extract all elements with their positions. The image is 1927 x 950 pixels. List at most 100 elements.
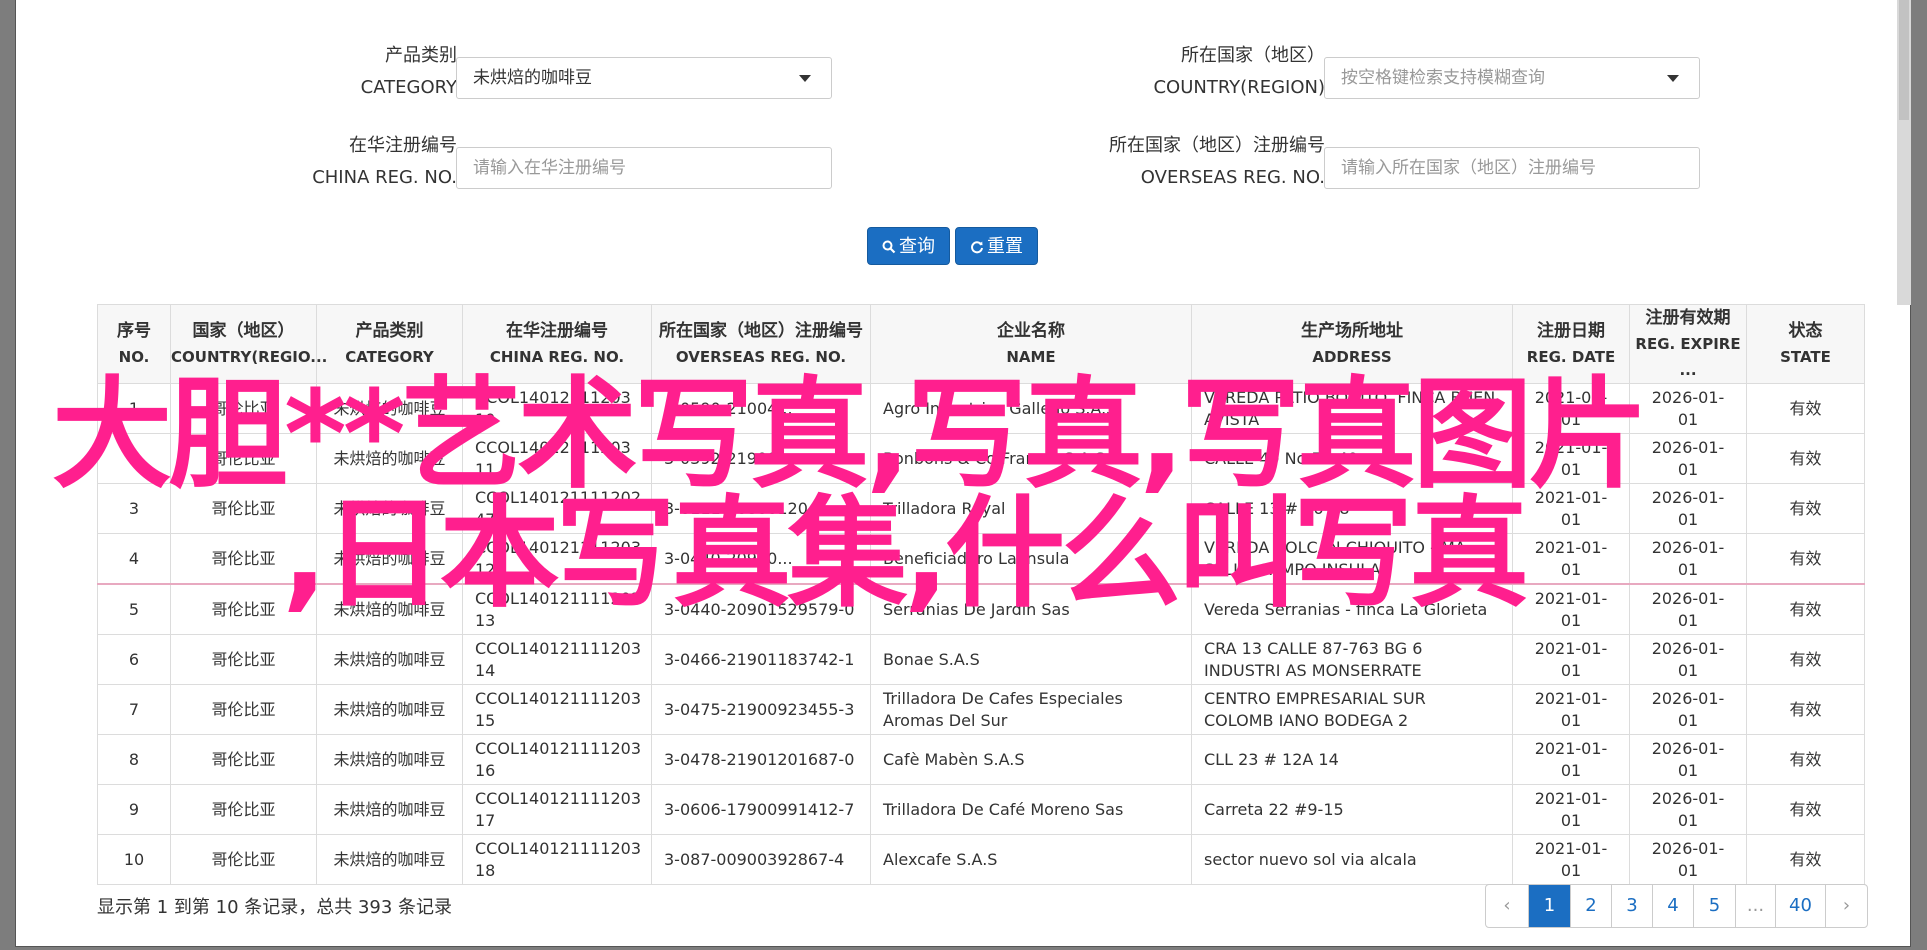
table-cell: 未烘焙的咖啡豆 [316,634,463,685]
table-cell: CENTRO EMPRESARIAL SUR COLOMB IANO BODEG… [1191,684,1513,735]
prev-page-button[interactable]: ‹ [1486,885,1528,927]
table-cell: 未烘焙的咖啡豆 [316,834,463,885]
table-cell: 未烘焙的咖啡豆 [316,784,463,835]
table-cell: 6 [97,634,171,685]
chevron-down-icon [1667,75,1679,82]
table-cell: Trilladora De Cafes Especiales Aromas De… [870,684,1192,735]
column-header-cn: 注册日期 [1537,321,1605,341]
table-cell: 2026-01-01 [1629,383,1747,434]
page-button[interactable]: 5 [1693,885,1735,927]
table-cell: 2026-01-01 [1629,834,1747,885]
table-cell: 10 [97,834,171,885]
table-cell: Carreta 22 #9-15 [1191,784,1513,835]
column-header-cn: 产品类别 [355,321,424,341]
table-cell: 3-0606-17900991412-7 [651,784,871,835]
table-cell: 2026-01-01 [1629,734,1747,785]
table-cell: 2021-01-01 [1512,583,1630,635]
column-header-cn: 状态 [1788,321,1823,341]
table-cell: Alexcafe S.A.S [870,834,1192,885]
table-cell: 3-087-00900392867-4 [651,834,871,885]
table-cell: 2026-01-01 [1629,634,1747,685]
table-row: 6 哥伦比亚 未烘焙的咖啡豆 CCOL140121111203 14 3-0466-21… [97,634,1865,685]
table-cell: 有效 [1746,533,1865,585]
table-cell: 有效 [1746,433,1865,484]
table-row: 10 哥伦比亚 未烘焙的咖啡豆 CCOL140121111203 18 3-087-00… [97,834,1865,885]
table-cell: 2026-01-01 [1629,533,1747,585]
page-button[interactable]: 4 [1652,885,1693,927]
reset-button[interactable]: 重置 [955,227,1038,265]
china-reg-input[interactable]: 请输入在华注册编号 [456,147,832,189]
column-header-cn: 所在国家（地区）注册编号 [659,321,863,341]
table-cell: 5 [97,583,171,635]
page-button[interactable]: 2 [1570,885,1611,927]
table-cell: 2021-01-01 [1512,533,1630,585]
table-cell: Bonae S.A.S [870,634,1192,685]
table-cell: 8 [97,734,171,785]
scrollbar[interactable] [1897,0,1911,305]
china-reg-label: 在华注册编号 CHINA REG. NO. [312,135,457,188]
country-select[interactable]: 按空格键检索支持模糊查询 [1324,57,1700,99]
table-cell: sector nuevo sol via alcala [1191,834,1513,885]
table-cell: 2021-01-01 [1512,834,1630,885]
table-cell: 有效 [1746,734,1865,785]
table-cell: 3-0466-21901183742-1 [651,634,871,685]
table-cell: 2026-01-01 [1629,583,1747,635]
column-header-cn: 在华注册编号 [506,321,608,341]
table-cell: 7 [97,684,171,735]
table-cell: 2026-01-01 [1629,483,1747,534]
table-cell: 哥伦比亚 [170,784,317,835]
page-button[interactable]: 40 [1775,885,1825,927]
column-header-cn: 序号 [117,321,151,341]
scrollbar-thumb[interactable] [1899,0,1909,120]
table-cell: 哥伦比亚 [170,734,317,785]
table-cell: 9 [97,784,171,835]
table-cell: 2021-01-01 [1512,784,1630,835]
table-cell: CRA 13 CALLE 87-763 BG 6 INDUSTRI AS MON… [1191,634,1513,685]
table-cell: 哥伦比亚 [170,684,317,735]
table-cell: 2026-01-01 [1629,684,1747,735]
table-cell: 有效 [1746,483,1865,534]
table-cell: Cafè Mabèn S.A.S [870,734,1192,785]
table-cell: 2026-01-01 [1629,784,1747,835]
country-label: 所在国家（地区） COUNTRY(REGION) [1153,45,1325,98]
table-row: 8 哥伦比亚 未烘焙的咖啡豆 CCOL140121111203 16 3-0478-21… [97,734,1865,785]
column-header: 状态 STATE [1746,304,1865,384]
table-cell: 哥伦比亚 [170,834,317,885]
next-page-button[interactable]: › [1825,885,1867,927]
search-icon [882,240,896,254]
table-cell: Trilladora De Café Moreno Sas [870,784,1192,835]
table-cell: 有效 [1746,834,1865,885]
table-cell: CCOL140121111203 17 [462,784,652,835]
pagination: ‹ 1 2 3 4 5 ... 40 › [1485,884,1868,928]
table-cell: 有效 [1746,383,1865,434]
column-header: 注册有效期 REG. EXPIRE ... [1629,304,1747,384]
overseas-reg-label: 所在国家（地区）注册编号 OVERSEAS REG. NO. [1109,135,1325,188]
table-cell: 2021-01-01 [1512,684,1630,735]
table-cell: 2021-01-01 [1512,734,1630,785]
page-button[interactable]: 1 [1528,885,1570,927]
refresh-icon [971,241,983,254]
page-button[interactable]: 3 [1611,885,1652,927]
table-cell: CCOL140121111203 15 [462,684,652,735]
table-cell: CCOL140121111203 16 [462,734,652,785]
category-select[interactable]: 未烘焙的咖啡豆 [456,57,832,99]
pagination-info: 显示第 1 到第 10 条记录，总共 393 条记录 [97,897,453,918]
column-header-cn: 国家（地区） [192,321,295,341]
chevron-down-icon [799,75,811,82]
column-header-cn: 注册有效期 [1645,308,1731,328]
table-cell: 3-0478-21901201687-0 [651,734,871,785]
search-button[interactable]: 查询 [867,227,950,265]
table-cell: CLL 23 # 12A 14 [1191,734,1513,785]
column-header-en: STATE [1780,348,1831,366]
table-cell: 3-0475-21900923455-3 [651,684,871,735]
table-cell: 哥伦比亚 [170,634,317,685]
table-cell: 未烘焙的咖啡豆 [316,734,463,785]
overlay-text-line1: 大胆**艺术写真,写真,写真图片 [52,366,1649,505]
overlay-text-line2: ,日本写真集,什么叫写真 [282,485,1529,624]
table-cell: 未烘焙的咖啡豆 [316,684,463,735]
table-cell: 有效 [1746,583,1865,635]
overseas-reg-input[interactable]: 请输入所在国家（地区）注册编号 [1324,147,1700,189]
category-label: 产品类别 CATEGORY [360,45,457,98]
page-ellipsis: ... [1735,885,1775,927]
table-cell: 2021-01-01 [1512,634,1630,685]
